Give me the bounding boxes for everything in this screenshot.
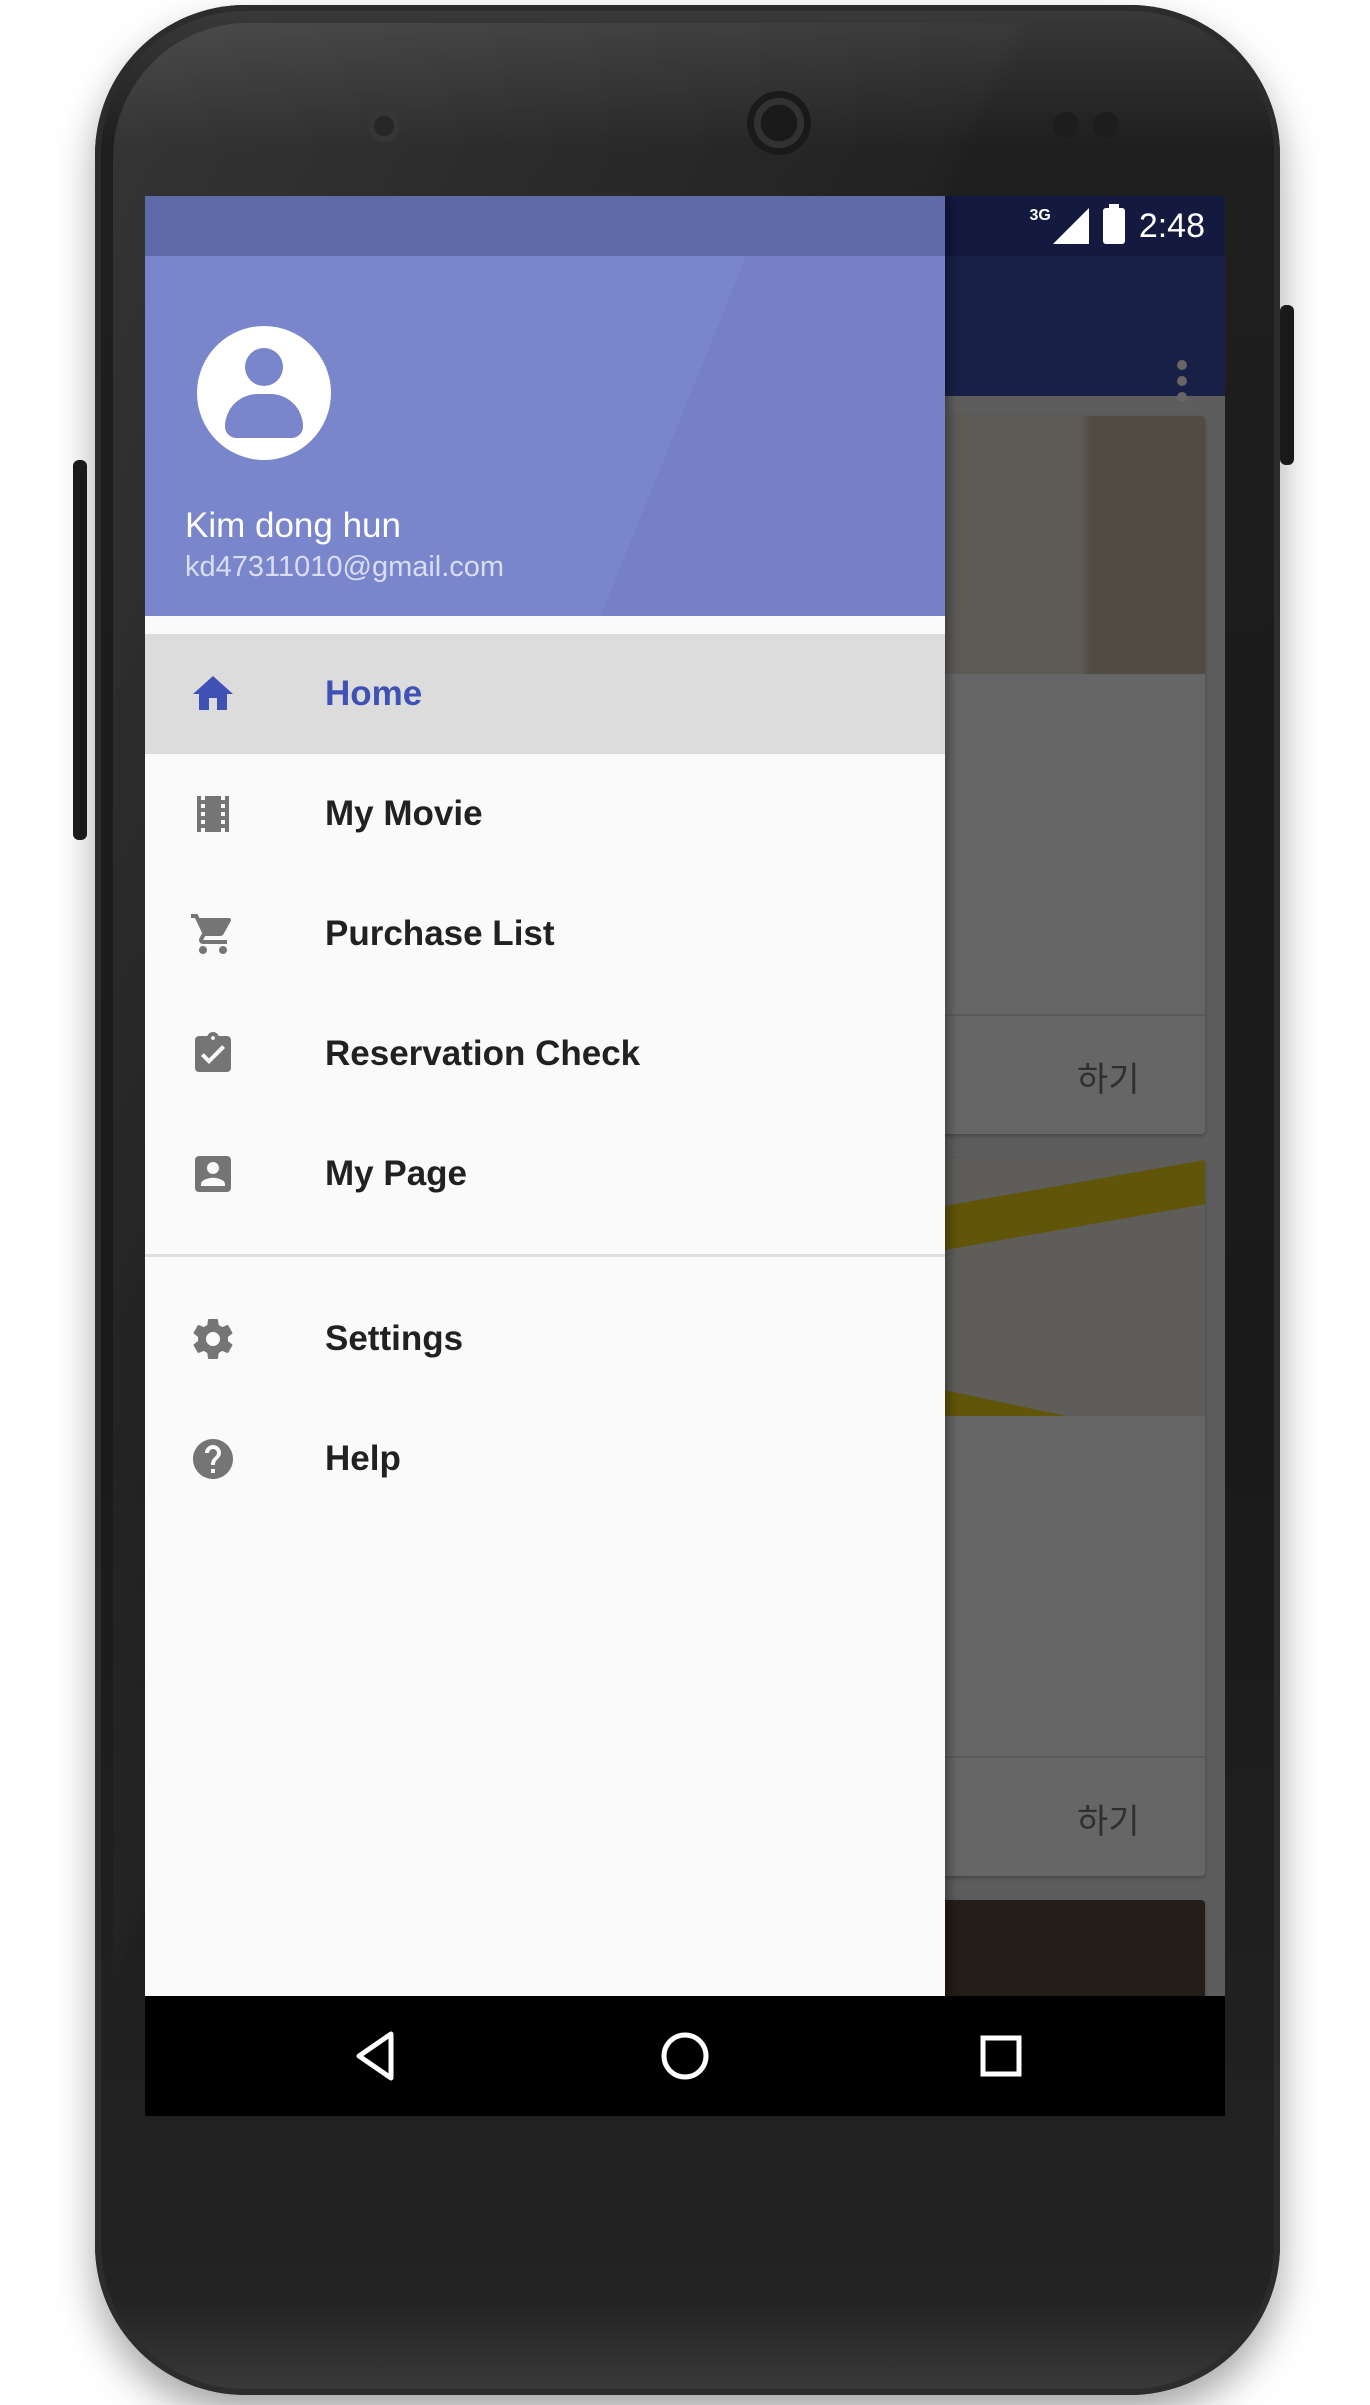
status-time: 2:48 [1138, 206, 1205, 245]
navigation-drawer: Kim dong hun kd47311010@gmail.com Home M… [145, 196, 945, 2116]
front-camera [368, 110, 400, 142]
proximity-sensor [1053, 112, 1079, 138]
menu-divider [145, 1254, 945, 1257]
avatar-head [245, 348, 283, 386]
menu-item-label: Help [325, 1439, 401, 1478]
menu-item-label: Purchase List [325, 914, 555, 953]
user-email: kd47311010@gmail.com [185, 551, 505, 583]
signal-icon [1052, 208, 1089, 244]
cart-icon [191, 914, 232, 954]
menu-item-settings[interactable]: Settings [145, 1279, 945, 1399]
menu-item-label: Reservation Check [325, 1034, 641, 1073]
clipboard-check-icon [195, 1032, 231, 1072]
avatar-body [225, 394, 303, 438]
drawer-menu: Home My Movie Purchase List Reservation … [145, 634, 945, 1519]
system-navigation-bar [145, 1996, 1225, 2116]
network-type: 3G [1029, 207, 1051, 224]
earpiece-speaker [747, 91, 811, 155]
menu-item-home[interactable]: Home [145, 634, 945, 754]
home-icon [193, 676, 233, 710]
account-box-icon [195, 1156, 231, 1192]
light-sensor [1093, 112, 1119, 138]
avatar[interactable] [197, 326, 331, 460]
menu-item-help[interactable]: Help [145, 1399, 945, 1519]
drawer-status-bar [145, 196, 945, 256]
menu-item-purchase-list[interactable]: Purchase List [145, 874, 945, 994]
volume-button [1280, 305, 1294, 465]
status-bar-icons: 3G 2:48 [1029, 196, 1205, 256]
home-circle-icon[interactable] [655, 2026, 715, 2086]
movie-icon [197, 796, 229, 832]
gear-icon [193, 1319, 233, 1359]
menu-item-reservation-check[interactable]: Reservation Check [145, 994, 945, 1114]
menu-item-label: My Page [325, 1154, 467, 1193]
back-icon[interactable] [347, 2026, 407, 2086]
user-name: Kim dong hun [185, 506, 401, 545]
help-icon [193, 1439, 233, 1479]
power-button [73, 460, 87, 840]
menu-item-label: Settings [325, 1319, 464, 1358]
menu-item-my-page[interactable]: My Page [145, 1114, 945, 1234]
device-screen: 하기 하기 3G 2:48 Kim dong hun kd47311010@gm… [145, 196, 1225, 2116]
battery-icon [1102, 204, 1125, 244]
menu-item-label: My Movie [325, 794, 483, 833]
menu-item-label: Home [325, 674, 423, 713]
drawer-header: Kim dong hun kd47311010@gmail.com [145, 256, 945, 616]
recents-icon[interactable] [971, 2026, 1031, 2086]
menu-item-my-movie[interactable]: My Movie [145, 754, 945, 874]
